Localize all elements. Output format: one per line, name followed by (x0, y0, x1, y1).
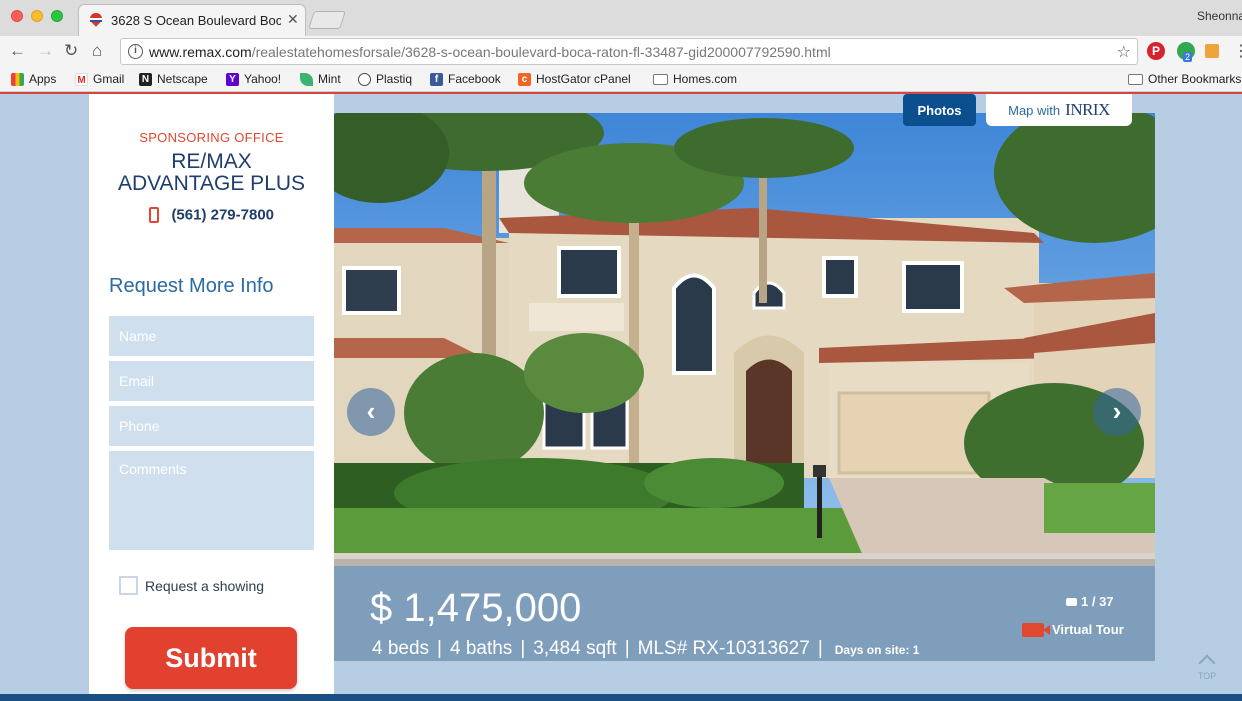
site-footer-bar (0, 694, 1242, 701)
listing-facts: 4 beds | 4 baths | 3,484 sqft | MLS# RX-103136… (372, 638, 920, 659)
submit-button[interactable]: Submit (125, 627, 297, 689)
bookmark-label: Facebook (448, 72, 501, 86)
bookmark-label: Gmail (93, 72, 125, 86)
request-showing-checkbox[interactable] (119, 576, 138, 595)
orange-extension-icon[interactable] (1205, 44, 1219, 58)
bookmark-label: Yahoo! (244, 72, 282, 86)
office-phone: (561) 279-7800 (171, 206, 275, 224)
browser-tab-bar: 3628 S Ocean Boulevard Boca Raton ✕ Sheo… (0, 0, 1242, 36)
forward-arrow-icon[interactable]: → (37, 41, 54, 61)
request-info-title: Request More Info (109, 275, 274, 297)
photo-count-text: 1 / 37 (1081, 594, 1114, 609)
url-path: /realestatehomesforsale/3628-s-ocean-bou… (251, 44, 831, 60)
virtual-tour-label: Virtual Tour (1052, 622, 1124, 637)
days-on-site: Days on site: 1 (834, 643, 920, 657)
url-text[interactable]: www.remax.com/realestatehomesforsale/362… (149, 44, 831, 60)
video-camera-icon (1022, 622, 1050, 637)
gmail-icon: M (75, 72, 88, 86)
square-feet: 3,484 sqft (533, 638, 617, 659)
cpanel-icon: c (518, 72, 531, 86)
bookmark-label: HostGator cPanel (536, 72, 631, 86)
chevron-up-icon (1198, 654, 1216, 672)
photos-tab[interactable]: Photos (903, 94, 976, 126)
bookmark-label: Apps (29, 72, 57, 86)
apps-grid-icon (11, 72, 24, 86)
info-icon[interactable]: i (128, 44, 143, 59)
mint-leaf-icon (300, 72, 313, 86)
browser-toolbar: ← → ↻ ⌂ i www.remax.com/realestatehomesf… (0, 36, 1242, 68)
extension-badge: 2 (1183, 52, 1193, 62)
office-name-line2: ADVANTAGE PLUS (117, 172, 306, 195)
yahoo-icon: Y (226, 72, 239, 86)
virtual-tour-link[interactable]: Virtual Tour (1022, 622, 1124, 637)
browser-tab-active[interactable]: 3628 S Ocean Boulevard Boca Raton ✕ (78, 4, 306, 36)
agent-sidebar: SPONSORING OFFICE RE/MAX ADVANTAGE PLUS … (89, 94, 334, 701)
mobile-phone-icon (148, 206, 159, 223)
bookmark-gmail[interactable]: M Gmail (75, 72, 124, 86)
bookmark-label: Mint (318, 72, 341, 86)
phone-field[interactable] (109, 406, 314, 446)
reload-icon[interactable]: ↻ (64, 41, 78, 61)
close-tab-icon[interactable]: ✕ (287, 11, 299, 28)
bookmarks-bar: Apps M Gmail N Netscape Y Yahoo! Mint Pl… (0, 68, 1242, 92)
minimize-window-icon[interactable] (31, 10, 43, 22)
facebook-icon: f (430, 72, 443, 86)
bookmark-star-icon[interactable]: ☆ (1117, 42, 1131, 62)
bookmark-homes[interactable]: Homes.com (653, 72, 737, 86)
next-photo-button[interactable]: › (1093, 388, 1141, 436)
profile-name[interactable]: Sheonna (1197, 9, 1242, 23)
bookmark-hostgator[interactable]: c HostGator cPanel (518, 72, 631, 86)
other-bookmarks-label: Other Bookmarks (1148, 72, 1242, 86)
plastiq-icon (358, 72, 371, 86)
bookmark-netscape[interactable]: N Netscape (139, 72, 208, 86)
email-field[interactable] (109, 361, 314, 401)
close-window-icon[interactable] (11, 10, 23, 22)
bookmark-apps[interactable]: Apps (11, 72, 56, 86)
address-bar[interactable]: i www.remax.com/realestatehomesforsale/3… (120, 38, 1138, 65)
inrix-logo: INRIX (1065, 100, 1110, 119)
office-name-line1: RE/MAX (171, 150, 252, 173)
photo-counter: 1 / 37 (1066, 594, 1114, 609)
netscape-icon: N (139, 72, 152, 86)
request-showing-row[interactable]: Request a showing (119, 576, 264, 595)
pinterest-extension-icon[interactable]: P (1147, 42, 1165, 60)
url-host: www.remax.com (149, 44, 252, 60)
tab-title: 3628 S Ocean Boulevard Boca Raton (111, 13, 281, 28)
other-bookmarks[interactable]: Other Bookmarks (1128, 72, 1241, 86)
maximize-window-icon[interactable] (51, 10, 63, 22)
baths: 4 baths (449, 638, 513, 659)
top-label: TOP (1197, 671, 1217, 681)
bookmark-mint[interactable]: Mint (300, 72, 341, 86)
office-name[interactable]: RE/MAX ADVANTAGE PLUS (89, 151, 334, 195)
request-showing-label: Request a showing (145, 577, 265, 594)
home-icon[interactable]: ⌂ (92, 41, 102, 61)
sponsoring-office-label: SPONSORING OFFICE (139, 130, 284, 145)
office-phone-row[interactable]: (561) 279-7800 (89, 206, 334, 224)
name-field[interactable] (109, 316, 314, 356)
folder-icon (653, 73, 668, 85)
new-tab-button[interactable] (308, 11, 346, 29)
remax-balloon-icon (90, 13, 102, 27)
bookmark-label: Netscape (157, 72, 208, 86)
camera-icon (1066, 598, 1077, 606)
listing-price: $ 1,475,000 (370, 586, 582, 630)
bookmark-label: Homes.com (673, 72, 738, 86)
bookmark-plastiq[interactable]: Plastiq (358, 72, 412, 86)
kebab-menu-icon[interactable]: ⋮ (1233, 41, 1242, 61)
mls-number: MLS# RX-10313627 (637, 638, 810, 659)
listing-summary-overlay: $ 1,475,000 4 beds | 4 baths | 3,484 sqft | ML… (334, 566, 1155, 661)
map-tab-label: Map with (1008, 102, 1061, 118)
beds: 4 beds (372, 638, 430, 659)
map-tab[interactable]: Map with INRIX (986, 94, 1132, 126)
previous-photo-button[interactable]: ‹ (347, 388, 395, 436)
folder-icon (1128, 73, 1143, 85)
comments-field[interactable] (109, 451, 314, 550)
back-arrow-icon[interactable]: ← (9, 41, 26, 61)
bookmark-facebook[interactable]: f Facebook (430, 72, 501, 86)
back-to-top-button[interactable]: TOP (1193, 653, 1221, 681)
bookmark-yahoo[interactable]: Y Yahoo! (226, 72, 281, 86)
bookmark-label: Plastiq (376, 72, 413, 86)
